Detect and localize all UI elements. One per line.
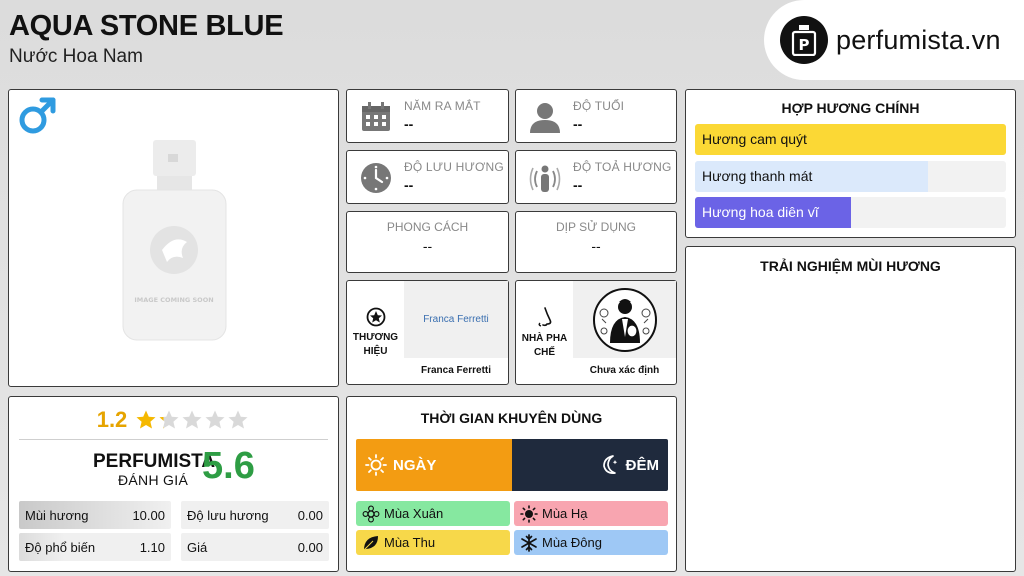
recommended-time-panel: THỜI GIAN KHUYÊN DÙNG NGÀY ĐÊM Mùa Xuân bbox=[346, 396, 677, 572]
person-icon bbox=[529, 101, 561, 138]
site-logo[interactable]: P perfumista.vn bbox=[764, 0, 1024, 80]
sun-icon bbox=[365, 454, 387, 476]
perfumer-card[interactable]: NHÀ PHA CHẾ Chưa xác định bbox=[515, 280, 677, 385]
sillage-card: ĐỘ TOẢ HƯƠNG -- bbox=[515, 150, 677, 204]
main-accords-panel: HỢP HƯƠNG CHÍNH Hương cam quýt Hương tha… bbox=[685, 89, 1016, 238]
scent-experience-panel: TRẢI NGHIỆM MÙI HƯƠNG bbox=[685, 246, 1016, 572]
metric-price: Giá 0.00 bbox=[181, 533, 329, 561]
perfumer-label-block: NHÀ PHA CHẾ bbox=[516, 281, 573, 384]
rating-panel: 1.2 PERFUMISTA ĐÁNH GIÁ 5.6 Mùi hương 10… bbox=[8, 396, 339, 572]
svg-text:P: P bbox=[799, 36, 810, 54]
accord-bar: Hương hoa diên vĩ bbox=[695, 197, 1006, 228]
snowflake-icon bbox=[521, 533, 537, 552]
season-autumn: Mùa Thu bbox=[356, 530, 510, 555]
product-image-panel: IMAGE COMING SOON bbox=[8, 89, 339, 387]
star-icon[interactable] bbox=[204, 409, 226, 431]
perfume-bottle-logo-icon: P bbox=[780, 16, 828, 64]
perfumer-silhouette-icon bbox=[592, 287, 657, 352]
season-winter: Mùa Đông bbox=[514, 530, 668, 555]
perfume-subtitle: Nước Hoa Nam bbox=[9, 46, 143, 67]
star-badge-icon bbox=[366, 307, 385, 326]
star-icon[interactable] bbox=[135, 409, 157, 431]
divider bbox=[19, 439, 328, 440]
brand-logo-image: Franca Ferretti bbox=[404, 281, 508, 358]
accords-title: HỢP HƯƠNG CHÍNH bbox=[781, 100, 920, 116]
occasion-card: DỊP SỬ DỤNG -- bbox=[515, 211, 677, 273]
time-title: THỜI GIAN KHUYÊN DÙNG bbox=[420, 410, 603, 426]
perfumer-name: Chưa xác định bbox=[589, 365, 660, 376]
clock-icon bbox=[360, 162, 392, 199]
autumn-leaf-icon bbox=[363, 535, 378, 550]
season-spring: Mùa Xuân bbox=[356, 501, 510, 526]
male-icon bbox=[17, 96, 57, 141]
style-card: PHONG CÁCH -- bbox=[346, 211, 509, 273]
brand-label-block: THƯƠNG HIỆU bbox=[347, 281, 404, 384]
nose-icon bbox=[538, 306, 551, 327]
brand-card[interactable]: THƯƠNG HIỆU Franca Ferretti Franca Ferre… bbox=[346, 280, 509, 385]
perfumista-label: PERFUMISTA bbox=[93, 451, 216, 472]
day-indicator: NGÀY bbox=[356, 439, 512, 491]
season-summer: Mùa Hạ bbox=[514, 501, 668, 526]
brand-name: Franca Ferretti bbox=[420, 365, 492, 376]
accord-bar: Hương thanh mát bbox=[695, 161, 1006, 192]
age-card: ĐỘ TUỔI -- bbox=[515, 89, 677, 143]
star-icon[interactable] bbox=[181, 409, 203, 431]
star-icon[interactable] bbox=[158, 409, 180, 431]
spring-icon bbox=[362, 505, 380, 522]
perfumista-rating-label: ĐÁNH GIÁ bbox=[118, 472, 189, 488]
longevity-card: ĐỘ LƯU HƯƠNG -- bbox=[346, 150, 509, 204]
metric-scent: Mùi hương 10.00 bbox=[19, 501, 171, 529]
summer-icon bbox=[520, 504, 538, 523]
placeholder-bottle-image: IMAGE COMING SOON bbox=[117, 138, 232, 348]
metric-popularity: Độ phổ biến 1.10 bbox=[19, 533, 171, 561]
placeholder-text: IMAGE COMING SOON bbox=[134, 296, 213, 304]
star-rating[interactable] bbox=[135, 409, 250, 431]
user-rating: 1.2 bbox=[9, 407, 338, 433]
launch-year-card: NĂM RA MẮT -- bbox=[346, 89, 509, 143]
moon-icon bbox=[602, 455, 617, 474]
perfumista-score: 5.6 bbox=[202, 445, 255, 487]
user-rating-score: 1.2 bbox=[96, 407, 128, 432]
sillage-icon bbox=[529, 162, 561, 199]
perfume-title: AQUA STONE BLUE bbox=[9, 10, 284, 42]
perfumer-avatar bbox=[573, 281, 676, 358]
night-indicator: ĐÊM bbox=[512, 439, 668, 491]
star-icon[interactable] bbox=[227, 409, 249, 431]
metric-longevity: Độ lưu hương 0.00 bbox=[181, 501, 329, 529]
logo-text: perfumista.vn bbox=[836, 24, 1001, 55]
calendar-icon bbox=[360, 101, 392, 138]
experience-title: TRẢI NGHIỆM MÙI HƯƠNG bbox=[760, 258, 941, 274]
accord-bar: Hương cam quýt bbox=[695, 124, 1006, 155]
